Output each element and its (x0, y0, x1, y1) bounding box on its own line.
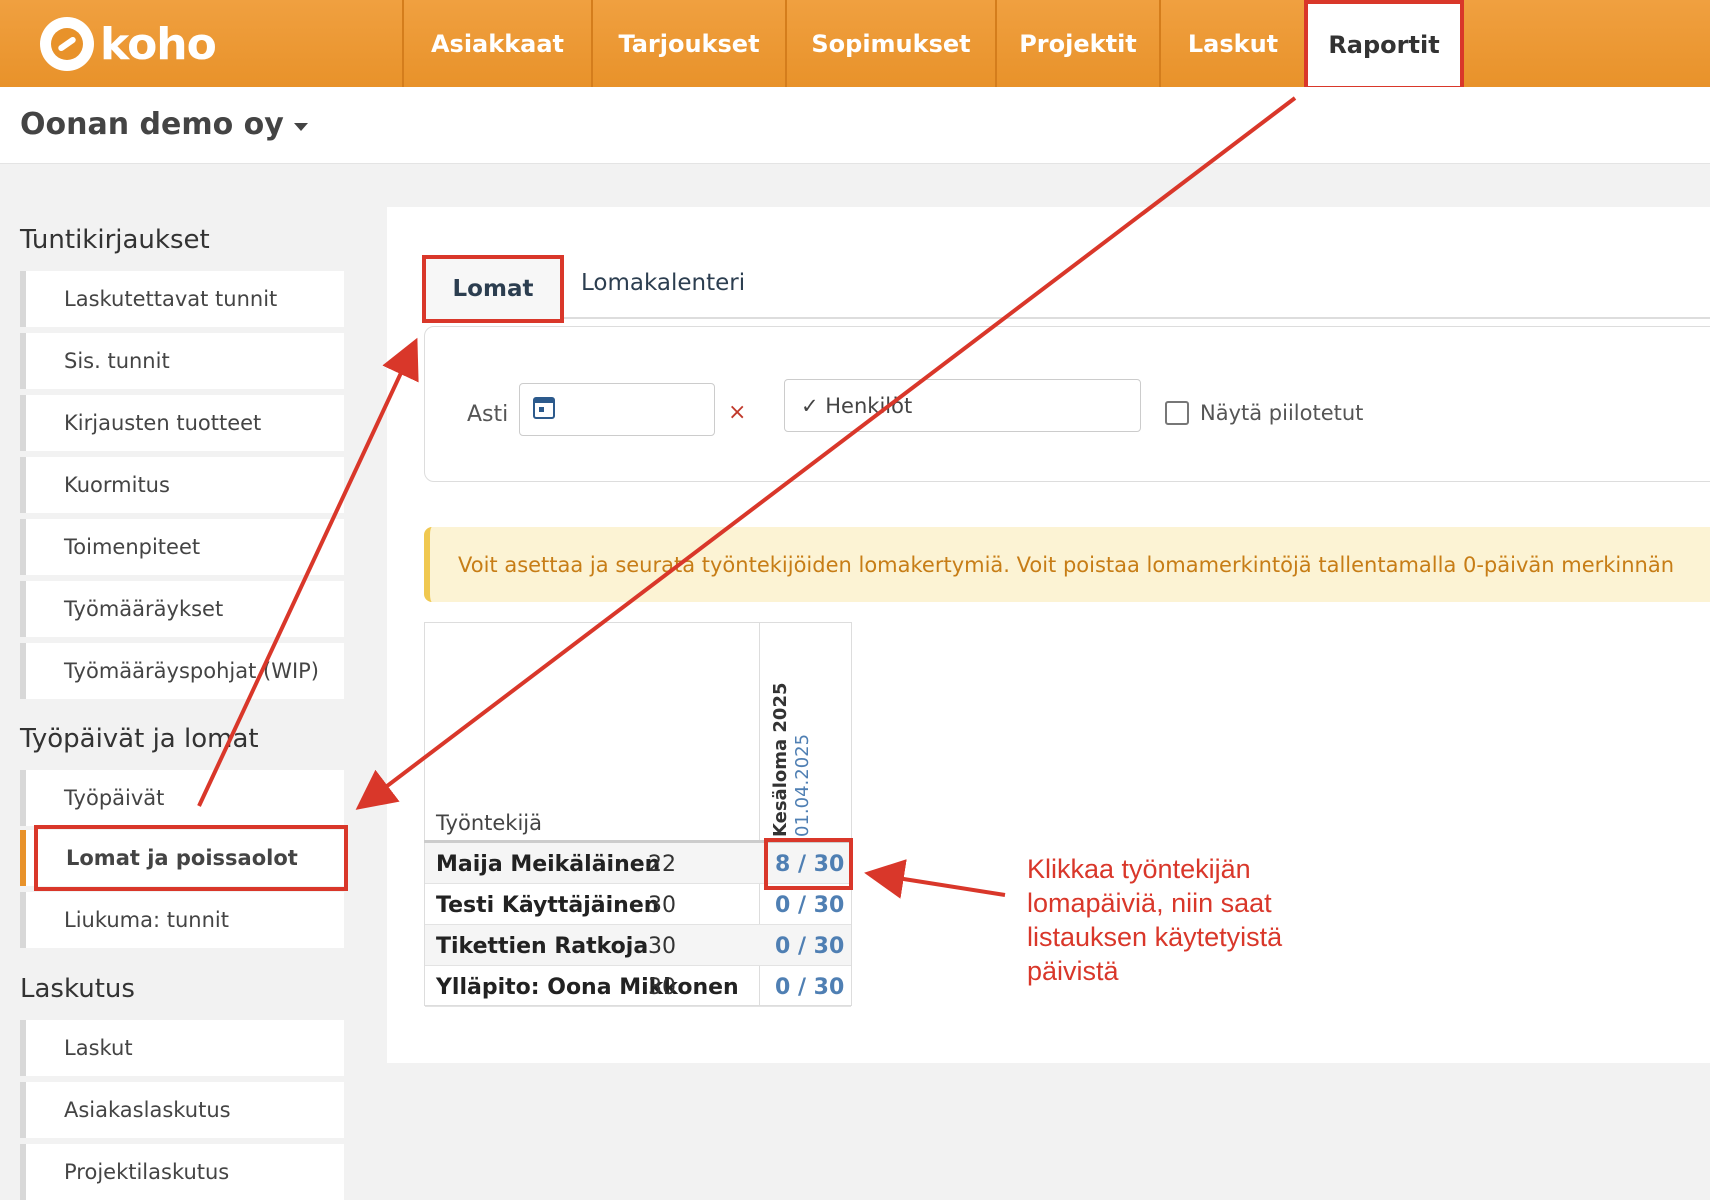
arrow-sidebar-to-tab (197, 337, 419, 807)
arrow-raportit-to-sidebar (355, 96, 1297, 810)
annotation-arrows (197, 96, 1297, 899)
arrow-annotation-to-value (864, 859, 1006, 899)
